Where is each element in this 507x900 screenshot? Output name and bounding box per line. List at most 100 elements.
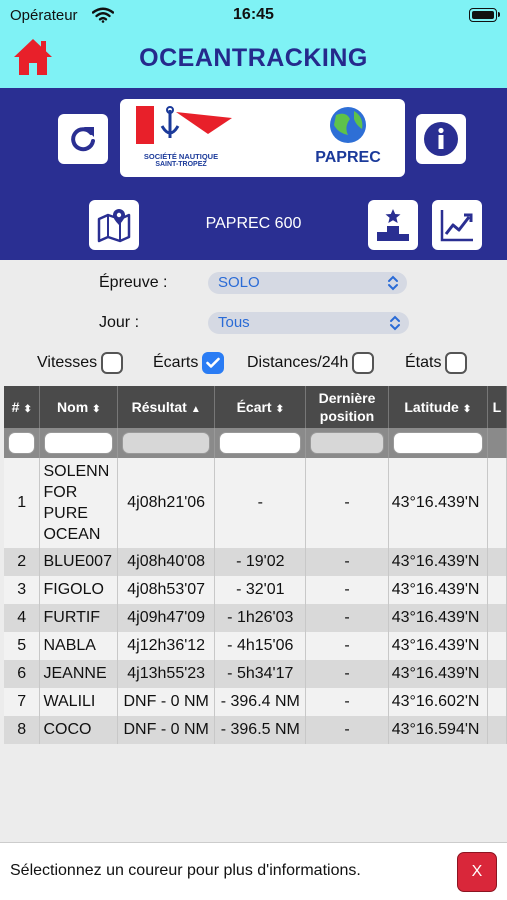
checkbox-box[interactable] — [352, 352, 375, 374]
cell-gap: - 396.5 NM — [214, 716, 307, 744]
cell-gap: - 5h34'17 — [214, 660, 307, 688]
globe-icon — [330, 107, 366, 143]
col-header-gap[interactable]: Écart ⬍ — [214, 386, 307, 428]
cell-gap: - 396.4 NM — [214, 688, 307, 716]
chevron-updown-icon — [390, 315, 400, 331]
cell-latitude: 43°16.594'N — [388, 716, 488, 744]
table-row[interactable]: 2 BLUE007 4j08h40'08 - 19'02 - 43°16.439… — [4, 548, 507, 576]
table-row[interactable]: 8 COCO DNF - 0 NM - 396.5 NM - 43°16.594… — [4, 716, 507, 744]
table-row[interactable]: 3 FIGOLO 4j08h53'07 - 32'01 - 43°16.439'… — [4, 576, 507, 604]
cell-name: JEANNE — [39, 660, 119, 688]
sort-asc-icon: ▲ — [190, 404, 201, 415]
event-name: PAPREC 600 — [205, 215, 302, 232]
filter-name-input[interactable] — [44, 432, 114, 454]
cell-last-position: - — [305, 632, 389, 660]
chevron-updown-icon — [388, 275, 398, 291]
filter-gap-input[interactable] — [219, 432, 302, 454]
checkbox-label: Vitesses — [37, 354, 98, 371]
filter-result-input[interactable] — [122, 432, 211, 454]
epreuve-select[interactable]: SOLO — [208, 272, 407, 294]
table-row[interactable]: 6 JEANNE 4j13h55'23 - 5h34'17 - 43°16.43… — [4, 660, 507, 688]
ranking-button[interactable] — [368, 200, 418, 250]
col-header-last-position[interactable]: Dernière position — [305, 386, 389, 428]
clock: 16:45 — [233, 6, 274, 23]
filter-rank-input[interactable] — [8, 432, 36, 454]
filter-latitude-input[interactable] — [392, 432, 483, 454]
info-icon — [424, 122, 458, 156]
sort-icon: ⬍ — [275, 404, 284, 415]
cell-rank: 7 — [4, 688, 41, 716]
checkbox-box[interactable] — [445, 352, 468, 374]
cell-latitude: 43°16.439'N — [388, 576, 488, 604]
cell-last-position: - — [305, 458, 389, 548]
cell-last-position: - — [305, 660, 389, 688]
jour-label: Jour : — [99, 314, 140, 331]
cell-name: FURTIF — [39, 604, 119, 632]
cell-name: NABLA — [39, 632, 119, 660]
col-header-name[interactable]: Nom ⬍ — [39, 386, 119, 428]
checkbox-box[interactable] — [101, 352, 124, 374]
col-header-rank[interactable]: # ⬍ — [4, 386, 41, 428]
col-header-latitude[interactable]: Latitude ⬍ — [388, 386, 488, 428]
checkbox-etats[interactable]: États — [405, 352, 468, 374]
cell-gap: - 19'02 — [214, 548, 307, 576]
cell-gap: - 4h15'06 — [214, 632, 307, 660]
chart-button[interactable] — [432, 200, 482, 250]
table-row[interactable]: 1 SOLENN FOR PURE OCEAN 4j08h21'06 - - 4… — [4, 458, 507, 548]
map-button[interactable] — [89, 200, 139, 250]
cell-latitude: 43°16.439'N — [388, 604, 488, 632]
cell-result: 4j08h53'07 — [117, 576, 216, 604]
podium-icon — [377, 209, 409, 241]
checkbox-vitesses[interactable]: Vitesses — [37, 352, 124, 374]
checkbox-distances[interactable]: Distances/24h — [247, 352, 375, 374]
footer-message: Sélectionnez un coureur pour plus d'info… — [10, 862, 361, 879]
checkbox-label: Écarts — [153, 354, 199, 371]
cell-rank: 5 — [4, 632, 41, 660]
battery-icon — [469, 8, 500, 22]
chart-icon — [440, 210, 473, 242]
refresh-button[interactable] — [58, 114, 108, 164]
checkbox-ecarts[interactable]: Écarts — [153, 352, 225, 374]
cell-rank: 2 — [4, 548, 41, 576]
cell-last-position: - — [305, 688, 389, 716]
app-title: OCEANTRACKING — [139, 44, 368, 72]
cell-last-position: - — [305, 716, 389, 744]
column-filter-row — [4, 428, 507, 458]
table-row[interactable]: 7 WALILI DNF - 0 NM - 396.4 NM - 43°16.6… — [4, 688, 507, 716]
cell-last-position: - — [305, 548, 389, 576]
jour-select[interactable]: Tous — [208, 312, 409, 334]
cell-latitude: 43°16.439'N — [388, 660, 488, 688]
cell-latitude: 43°16.602'N — [388, 688, 488, 716]
results-table: # ⬍ Nom ⬍ Résultat ▲ Écart ⬍ Dernière positi… — [4, 386, 507, 744]
info-button[interactable] — [416, 114, 466, 164]
checkbox-label: États — [405, 354, 442, 371]
jour-value: Tous — [218, 314, 250, 331]
filters-panel: Épreuve : SOLO Jour : Tous Vitesses Écar… — [0, 262, 507, 386]
refresh-icon — [71, 127, 95, 152]
close-button[interactable]: X — [457, 852, 497, 892]
cell-gap: - 1h26'03 — [214, 604, 307, 632]
cell-result: DNF - 0 NM — [117, 688, 216, 716]
cell-result: 4j08h21'06 — [117, 458, 216, 548]
cell-last-position: - — [305, 604, 389, 632]
cell-result: 4j08h40'08 — [117, 548, 216, 576]
club-name-line1: SOCIÉTÉ NAUTIQUE — [143, 152, 219, 161]
table-header-row: # ⬍ Nom ⬍ Résultat ▲ Écart ⬍ Dernière positi… — [4, 386, 507, 428]
cell-rank: 3 — [4, 576, 41, 604]
results-table-container[interactable]: # ⬍ Nom ⬍ Résultat ▲ Écart ⬍ Dernière positi… — [4, 386, 507, 842]
checkmark-icon — [206, 357, 221, 368]
cell-gap: - 32'01 — [214, 576, 307, 604]
table-row[interactable]: 5 NABLA 4j12h36'12 - 4h15'06 - 43°16.439… — [4, 632, 507, 660]
checkbox-box-checked[interactable] — [202, 352, 225, 374]
table-row[interactable]: 4 FURTIF 4j09h47'09 - 1h26'03 - 43°16.43… — [4, 604, 507, 632]
cell-name: BLUE007 — [39, 548, 119, 576]
map-icon — [97, 209, 131, 243]
checkbox-label: Distances/24h — [247, 354, 349, 371]
sort-icon: ⬍ — [23, 404, 32, 415]
cell-name: COCO — [39, 716, 119, 744]
filter-last-position-input[interactable] — [310, 432, 384, 454]
cell-result: 4j13h55'23 — [117, 660, 216, 688]
cell-rank: 1 — [4, 458, 41, 548]
col-header-more[interactable]: L — [487, 386, 507, 428]
col-header-result[interactable]: Résultat ▲ — [117, 386, 216, 428]
